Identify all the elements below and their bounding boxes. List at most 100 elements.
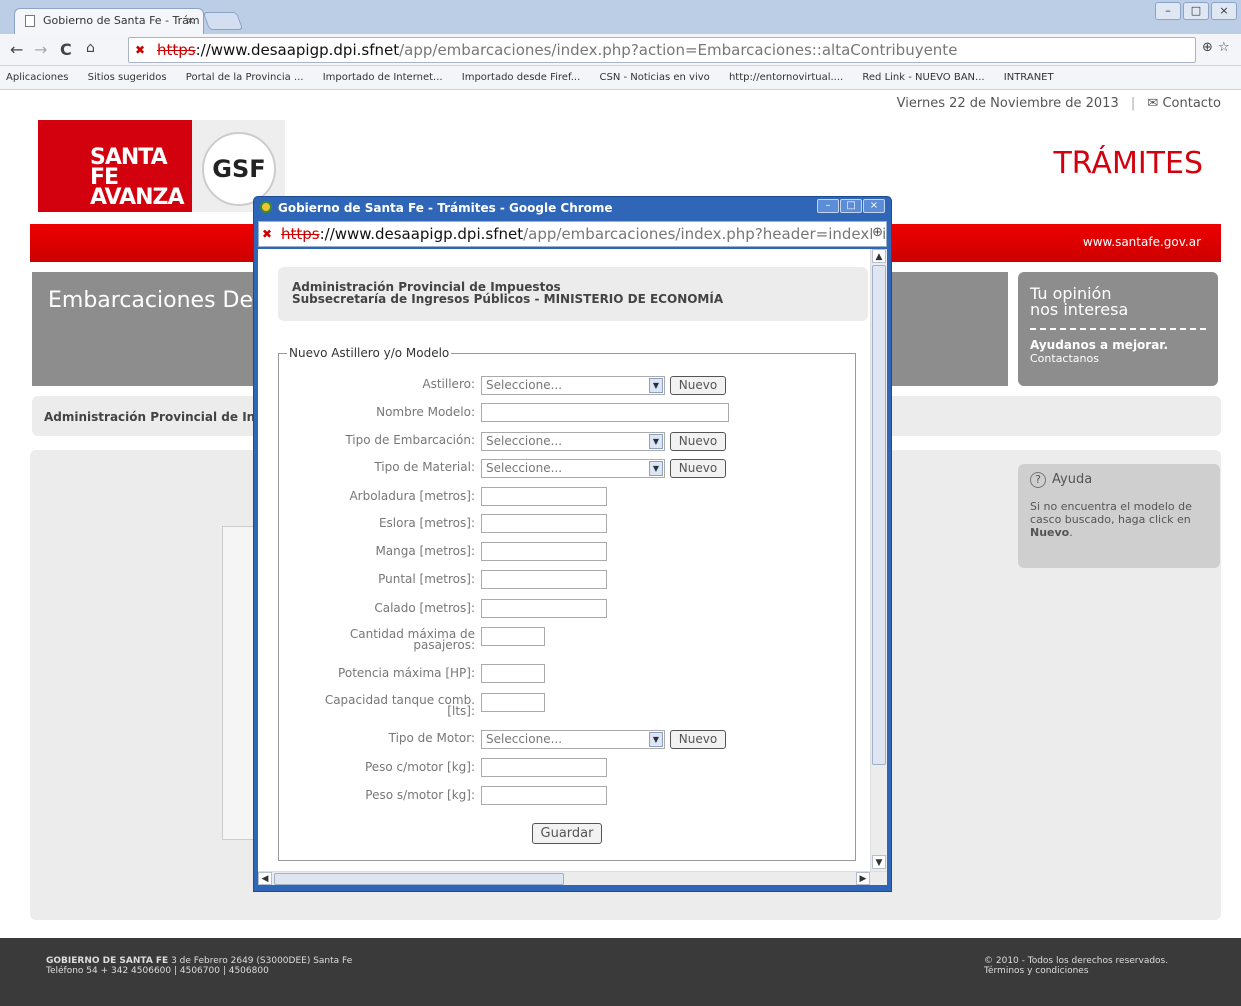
bookmark-item[interactable]: Portal de la Provincia ... (180, 66, 314, 83)
page-icon (25, 15, 35, 27)
potencia-input[interactable] (481, 664, 545, 683)
popup-header: Administración Provincial de Impuestos S… (278, 267, 868, 321)
scroll-right-icon[interactable]: ▶ (856, 872, 870, 885)
label-cantidad-pasajeros: Cantidad máxima de pasajeros: (295, 628, 475, 652)
label-puntal: Puntal [metros]: (378, 572, 475, 586)
tab-strip: Gobierno de Santa Fe - Trám × – □ × (0, 0, 1241, 34)
site-logo[interactable]: SANTA FE AVANZA GSF (38, 120, 285, 212)
peso-sin-motor-input[interactable] (481, 786, 607, 805)
popup-url-host: ://www.desaapigp.dpi.sfnet (319, 225, 524, 243)
minimize-button[interactable]: – (1155, 2, 1181, 20)
horizontal-scrollbar[interactable]: ◀ ▶ (258, 871, 887, 885)
puntal-input[interactable] (481, 570, 607, 589)
label-tipo-motor: Tipo de Motor: (388, 731, 475, 745)
label-nombre-modelo: Nombre Modelo: (376, 405, 475, 419)
footer-copyright: © 2010 - Todos los derechos reservados. (984, 956, 1169, 966)
current-date: Viernes 22 de Noviembre de 2013 (896, 96, 1119, 111)
tipo-motor-select[interactable]: Seleccione... ▼ (481, 730, 665, 749)
scroll-up-icon[interactable]: ▲ (872, 249, 886, 263)
browser-tab[interactable]: Gobierno de Santa Fe - Trám × (14, 8, 204, 34)
popup-maximize-button[interactable]: □ (840, 199, 862, 213)
help-panel: ? Ayuda Si no encuentra el modelo de casc… (1018, 464, 1220, 568)
bookmark-item[interactable]: Importado desde Firef... (456, 66, 591, 83)
bookmark-item[interactable]: http://entornovirtual.... (723, 66, 853, 83)
bookmark-item[interactable]: INTRANET (998, 66, 1064, 83)
popup-url-scheme: https (281, 225, 320, 243)
scroll-down-icon[interactable]: ▼ (872, 855, 886, 869)
peso-con-motor-input[interactable] (481, 758, 607, 777)
santa-fe-logo: SANTA FE AVANZA (38, 120, 192, 212)
capacidad-tanque-input[interactable] (481, 693, 545, 712)
nuevo-motor-button[interactable]: Nuevo (670, 730, 726, 749)
scroll-left-icon[interactable]: ◀ (258, 872, 272, 885)
bookmark-item[interactable]: Red Link - NUEVO BAN... (856, 66, 994, 83)
opinion-title2: nos interesa (1030, 300, 1129, 319)
cantidad-pasajeros-input[interactable] (481, 627, 545, 646)
home-icon[interactable]: ⌂ (86, 40, 95, 56)
envelope-icon: ✉ (1147, 96, 1159, 111)
separator: | (1130, 96, 1136, 111)
footer-left: GOBIERNO DE SANTA FE 3 de Febrero 2649 (… (46, 956, 352, 976)
bookmark-item[interactable]: Sitios sugeridos (82, 66, 177, 83)
bookmark-item[interactable]: CSN - Noticias en vivo (593, 66, 719, 83)
guardar-button[interactable]: Guardar (532, 823, 602, 844)
close-button[interactable]: × (1211, 2, 1237, 20)
popup-close-button[interactable]: × (863, 199, 885, 213)
address-bar[interactable]: ✖ https://www.desaapigp.dpi.sfnet/app/em… (128, 37, 1196, 63)
tipo-material-select[interactable]: Seleccione... ▼ (481, 459, 665, 478)
nuevo-material-button[interactable]: Nuevo (670, 459, 726, 478)
nombre-modelo-input[interactable] (481, 403, 729, 422)
chevron-down-icon: ▼ (649, 732, 663, 747)
tab-title: Gobierno de Santa Fe - Trám (43, 14, 200, 27)
maximize-button[interactable]: □ (1183, 2, 1209, 20)
select-value: Seleccione... (486, 732, 563, 746)
scroll-thumb[interactable] (274, 873, 564, 885)
popup-minimize-button[interactable]: – (817, 199, 839, 213)
label-eslora: Eslora [metros]: (378, 516, 475, 530)
manga-input[interactable] (481, 542, 607, 561)
label-cantidad-line2: pasajeros: (413, 638, 475, 652)
date-bar: Viernes 22 de Noviembre de 2013 | ✉ Cont… (897, 96, 1221, 111)
footer-right: © 2010 - Todos los derechos reservados. … (984, 956, 1168, 976)
bookmark-star-icon[interactable]: ☆ (1218, 40, 1230, 55)
footer-terms-link[interactable]: Términos y condiciones (984, 966, 1168, 976)
opinion-panel[interactable]: Tu opinión nos interesa Ayudanos a mejor… (1018, 272, 1218, 386)
ssl-warning-icon: ✖ (135, 43, 146, 57)
opinion-contact-link[interactable]: Contactanos (1030, 352, 1206, 365)
popup-address-bar[interactable]: ✖ https://www.desaapigp.dpi.sfnet/app/em… (258, 221, 887, 247)
footer-phone: Teléfono 54 + 342 4506600 | 4506700 | 45… (46, 966, 269, 976)
arboladura-input[interactable] (481, 487, 607, 506)
help-text-b: Nuevo (1030, 526, 1070, 539)
zoom-icon[interactable]: ⊕ (1202, 40, 1213, 55)
tipo-embarcacion-select[interactable]: Seleccione... ▼ (481, 432, 665, 451)
back-icon[interactable]: ← (10, 40, 23, 59)
new-tab-button[interactable] (202, 12, 244, 30)
eslora-input[interactable] (481, 514, 607, 533)
opinion-subtitle: Ayudanos a mejorar. (1030, 338, 1169, 352)
contact-link[interactable]: Contacto (1162, 96, 1221, 111)
label-capacidad-tanque: Capacidad tanque comb. [lts]: (295, 694, 475, 718)
footer-org: GOBIERNO DE SANTA FE (46, 956, 169, 966)
calado-input[interactable] (481, 599, 607, 618)
chevron-down-icon: ▼ (649, 378, 663, 393)
browser-window: Gobierno de Santa Fe - Trám × – □ × ← → … (0, 0, 1241, 1006)
gsf-logo: GSF (202, 132, 276, 206)
popup-header-line2: Subsecretaría de Ingresos Públicos - MIN… (292, 292, 724, 306)
tab-close-icon[interactable]: × (186, 14, 195, 27)
reload-icon[interactable]: C (60, 40, 72, 59)
astillero-select[interactable]: Seleccione... ▼ (481, 376, 665, 395)
label-capacidad-line2: [lts]: (447, 704, 475, 718)
zoom-icon[interactable]: ⊕ (872, 225, 883, 240)
label-peso-sin-motor: Peso s/motor [kg]: (365, 788, 475, 802)
bookmarks-bar: Aplicaciones Sitios sugeridos Portal de … (0, 66, 1241, 90)
scroll-thumb[interactable] (872, 265, 886, 765)
popup-title: Gobierno de Santa Fe - Trámites - Google… (278, 201, 613, 215)
vertical-scrollbar[interactable]: ▲ ▼ (870, 249, 887, 871)
bookmark-item[interactable]: Aplicaciones (0, 66, 78, 83)
bookmark-item[interactable]: Importado de Internet... (317, 66, 453, 83)
nuevo-embarcacion-button[interactable]: Nuevo (670, 432, 726, 451)
label-arboladura: Arboladura [metros]: (349, 489, 475, 503)
nuevo-astillero-button[interactable]: Nuevo (670, 376, 726, 395)
forward-icon[interactable]: → (34, 40, 47, 59)
site-url-link[interactable]: www.santafe.gov.ar (1083, 235, 1201, 249)
